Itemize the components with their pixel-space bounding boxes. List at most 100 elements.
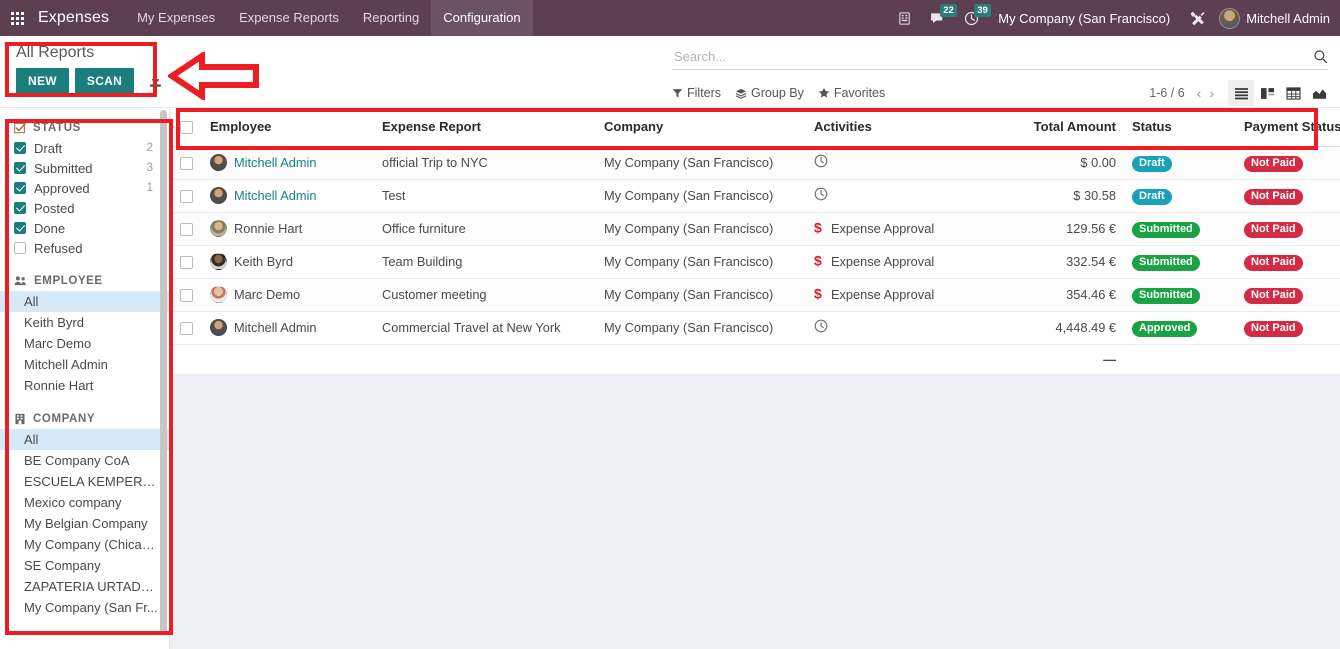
checkbox-icon[interactable] (14, 222, 26, 234)
table-row[interactable]: Mitchell Admin Commercial Travel at New … (170, 311, 1340, 345)
company-filter-be-company-coa[interactable]: BE Company CoA (0, 450, 169, 471)
row-checkbox[interactable] (179, 289, 193, 303)
pivot-view-icon[interactable] (1280, 80, 1306, 106)
cell-company: My Company (San Francisco) (596, 212, 806, 246)
company-switcher[interactable]: My Company (San Francisco) (988, 11, 1180, 26)
row-checkbox[interactable] (179, 322, 193, 336)
chevron-left-icon[interactable]: ‹ (1193, 86, 1206, 100)
row-select[interactable] (170, 179, 202, 213)
company-filter-zapateria-urtado[interactable]: ZAPATERIA URTADO ... (0, 576, 169, 597)
sidebar-scrollbar[interactable] (160, 110, 167, 635)
row-checkbox[interactable] (179, 256, 193, 270)
cell-activities[interactable] (806, 146, 1016, 180)
row-checkbox[interactable] (179, 157, 193, 171)
employee-filter-all[interactable]: All (0, 291, 169, 312)
new-button[interactable]: NEW (16, 68, 69, 94)
cell-activities[interactable] (806, 311, 1016, 345)
nav-item-reporting[interactable]: Reporting (351, 0, 431, 36)
row-select[interactable] (170, 245, 202, 279)
checkbox-icon[interactable] (14, 182, 26, 194)
company-filter-se-company[interactable]: SE Company (0, 555, 169, 576)
search-bar[interactable] (672, 44, 1328, 70)
table-row[interactable]: Mitchell Admin Test My Company (San Fran… (170, 179, 1340, 213)
clock-icon[interactable]: 39 (955, 0, 991, 36)
table-aggregate-row: — (170, 344, 1340, 375)
company-filter-my-belgian-company[interactable]: My Belgian Company (0, 513, 169, 534)
groupby-label: Group By (751, 86, 804, 100)
search-input[interactable] (672, 49, 1307, 64)
cell-payment-status: Not Paid (1236, 245, 1340, 279)
expenses-app-window: Expenses My Expenses Expense Reports Rep… (0, 0, 1340, 649)
table-row[interactable]: Marc Demo Customer meeting My Company (S… (170, 278, 1340, 312)
status-filter-approved[interactable]: Approved 1 (0, 178, 169, 198)
cell-activities[interactable]: $ Expense Approval (806, 245, 1016, 279)
select-all-checkbox[interactable] (179, 121, 193, 135)
table-row[interactable]: Ronnie Hart Office furniture My Company … (170, 212, 1340, 246)
company-filter-mexico-company[interactable]: Mexico company (0, 492, 169, 513)
user-menu[interactable]: Mitchell Admin (1215, 7, 1336, 29)
checkbox-icon[interactable] (14, 142, 26, 154)
download-icon[interactable] (144, 68, 167, 94)
table-row[interactable]: Keith Byrd Team Building My Company (San… (170, 245, 1340, 279)
cell-activities[interactable]: $ Expense Approval (806, 278, 1016, 312)
row-select[interactable] (170, 146, 202, 180)
status-filter-draft[interactable]: Draft 2 (0, 138, 169, 158)
column-activities[interactable]: Activities (806, 108, 1016, 147)
graph-view-icon[interactable] (1306, 80, 1332, 106)
status-filter-posted[interactable]: Posted (0, 198, 169, 218)
search-icon[interactable] (1307, 49, 1328, 64)
status-filter-done[interactable]: Done (0, 218, 169, 238)
row-select[interactable] (170, 212, 202, 246)
checkbox-icon[interactable] (14, 202, 26, 214)
column-employee[interactable]: Employee (202, 108, 374, 147)
tools-icon[interactable] (1180, 0, 1215, 36)
cell-expense-report[interactable]: Test (374, 179, 596, 213)
nav-item-configuration[interactable]: Configuration (431, 0, 533, 36)
app-brand-name[interactable]: Expenses (34, 9, 125, 27)
column-company[interactable]: Company (596, 108, 806, 147)
cell-activities[interactable] (806, 179, 1016, 213)
company-filter-my-company-chicago[interactable]: My Company (Chicago) (0, 534, 169, 555)
phone-icon[interactable] (888, 0, 921, 36)
cell-activities[interactable]: $ Expense Approval (806, 212, 1016, 246)
cell-status: Approved (1124, 311, 1236, 345)
nav-item-expense-reports[interactable]: Expense Reports (227, 0, 351, 36)
cell-expense-report[interactable]: Office furniture (374, 212, 596, 246)
row-select[interactable] (170, 311, 202, 345)
status-badge: Draft (1132, 155, 1172, 172)
column-status[interactable]: Status (1124, 108, 1236, 147)
filters-dropdown[interactable]: Filters (672, 86, 721, 100)
favorites-dropdown[interactable]: Favorites (818, 86, 885, 100)
cell-expense-report[interactable]: Customer meeting (374, 278, 596, 312)
cell-expense-report[interactable]: official Trip to NYC (374, 146, 596, 180)
company-filter-all[interactable]: All (0, 429, 169, 450)
apps-grid-icon[interactable] (0, 0, 34, 36)
column-expense-report[interactable]: Expense Report (374, 108, 596, 147)
table-row[interactable]: Mitchell Admin official Trip to NYC My C… (170, 146, 1340, 180)
employee-filter-marc-demo[interactable]: Marc Demo (0, 333, 169, 354)
groupby-dropdown[interactable]: Group By (735, 86, 804, 100)
cell-expense-report[interactable]: Team Building (374, 245, 596, 279)
column-payment-status[interactable]: Payment Status (1236, 108, 1340, 147)
employee-filter-keith-byrd[interactable]: Keith Byrd (0, 312, 169, 333)
row-select[interactable] (170, 278, 202, 312)
row-checkbox[interactable] (179, 190, 193, 204)
scan-button[interactable]: SCAN (74, 68, 135, 94)
company-filter-my-company-san-francisco[interactable]: My Company (San Fr... (0, 597, 169, 618)
status-filter-submitted[interactable]: Submitted 3 (0, 158, 169, 178)
chevron-right-icon[interactable]: › (1205, 86, 1218, 100)
status-filter-refused[interactable]: Refused (0, 238, 169, 258)
row-checkbox[interactable] (179, 223, 193, 237)
company-filter-escuela-kemper[interactable]: ESCUELA KEMPER UR... (0, 471, 169, 492)
nav-item-my-expenses[interactable]: My Expenses (125, 0, 227, 36)
employee-filter-mitchell-admin[interactable]: Mitchell Admin (0, 354, 169, 375)
checkbox-icon[interactable] (14, 242, 26, 254)
list-view-icon[interactable] (1228, 80, 1254, 106)
chat-icon[interactable]: 22 (921, 0, 957, 36)
column-total-amount[interactable]: Total Amount (1016, 108, 1124, 147)
checkbox-icon[interactable] (14, 162, 26, 174)
cell-company: My Company (San Francisco) (596, 179, 806, 213)
kanban-view-icon[interactable] (1254, 80, 1280, 106)
employee-filter-ronnie-hart[interactable]: Ronnie Hart (0, 375, 169, 396)
cell-expense-report[interactable]: Commercial Travel at New York (374, 311, 596, 345)
